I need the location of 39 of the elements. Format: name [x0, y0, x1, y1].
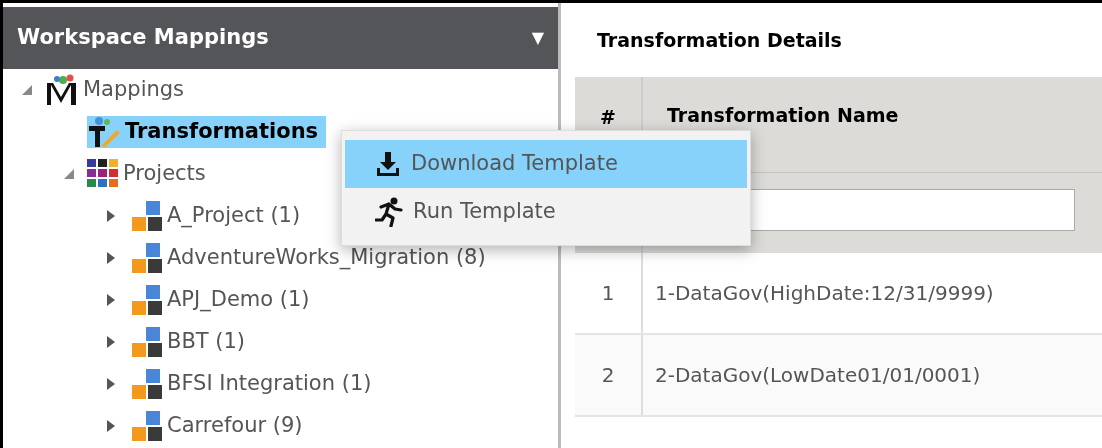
collapse-arrow-icon[interactable]: [21, 83, 33, 97]
blocks-icon: [129, 283, 163, 317]
tree-item[interactable]: AdventureWorks_Migration (8): [129, 241, 494, 275]
tree-item[interactable]: BBT (1): [129, 325, 254, 359]
tree-item[interactable]: BFSI Integration (1): [129, 367, 380, 401]
mappings-icon: [45, 73, 79, 107]
blocks-icon: [129, 199, 163, 233]
table-cell-text: 2: [601, 362, 615, 389]
collapse-arrow-icon[interactable]: [63, 167, 75, 181]
tree-item[interactable]: Projects: [87, 158, 214, 190]
tree-item[interactable]: A_Project (1): [129, 199, 309, 233]
tree-item[interactable]: Carrefour (9): [129, 409, 311, 443]
tree-item[interactable]: Mappings: [45, 73, 193, 107]
blocks-icon: [129, 325, 163, 359]
column-header: #: [600, 105, 616, 130]
dropdown-caret[interactable]: ▼: [531, 26, 544, 50]
tree-item[interactable]: APJ_Demo (1): [129, 283, 318, 317]
panel-title: Workspace Mappings: [17, 24, 269, 52]
menu-item[interactable]: Run Template: [345, 188, 747, 236]
transformations-icon: [87, 116, 121, 148]
blocks-icon: [129, 367, 163, 401]
expand-arrow-icon[interactable]: [105, 419, 117, 433]
expand-arrow-icon[interactable]: [105, 377, 117, 391]
menu-item[interactable]: Download Template: [345, 140, 747, 188]
blocks-icon: [129, 409, 163, 443]
grid-icon: [87, 159, 119, 189]
expand-arrow-icon[interactable]: [105, 335, 117, 349]
download-icon: [375, 151, 401, 177]
expand-arrow-icon[interactable]: [105, 293, 117, 307]
running-person-icon: [375, 197, 403, 227]
blocks-icon: [129, 241, 163, 275]
column-header: Transformation Name: [667, 103, 899, 128]
table-cell-text: 1-DataGov(HighDate:12/31/9999): [655, 280, 994, 307]
table-cell-text: 2-DataGov(LowDate01/01/0001): [655, 362, 981, 389]
details-title: Transformation Details: [596, 27, 843, 53]
expand-arrow-icon[interactable]: [105, 209, 117, 223]
table-cell-text: 1: [601, 280, 615, 307]
expand-arrow-icon[interactable]: [105, 251, 117, 265]
tree-item[interactable]: Transformations: [87, 116, 327, 148]
